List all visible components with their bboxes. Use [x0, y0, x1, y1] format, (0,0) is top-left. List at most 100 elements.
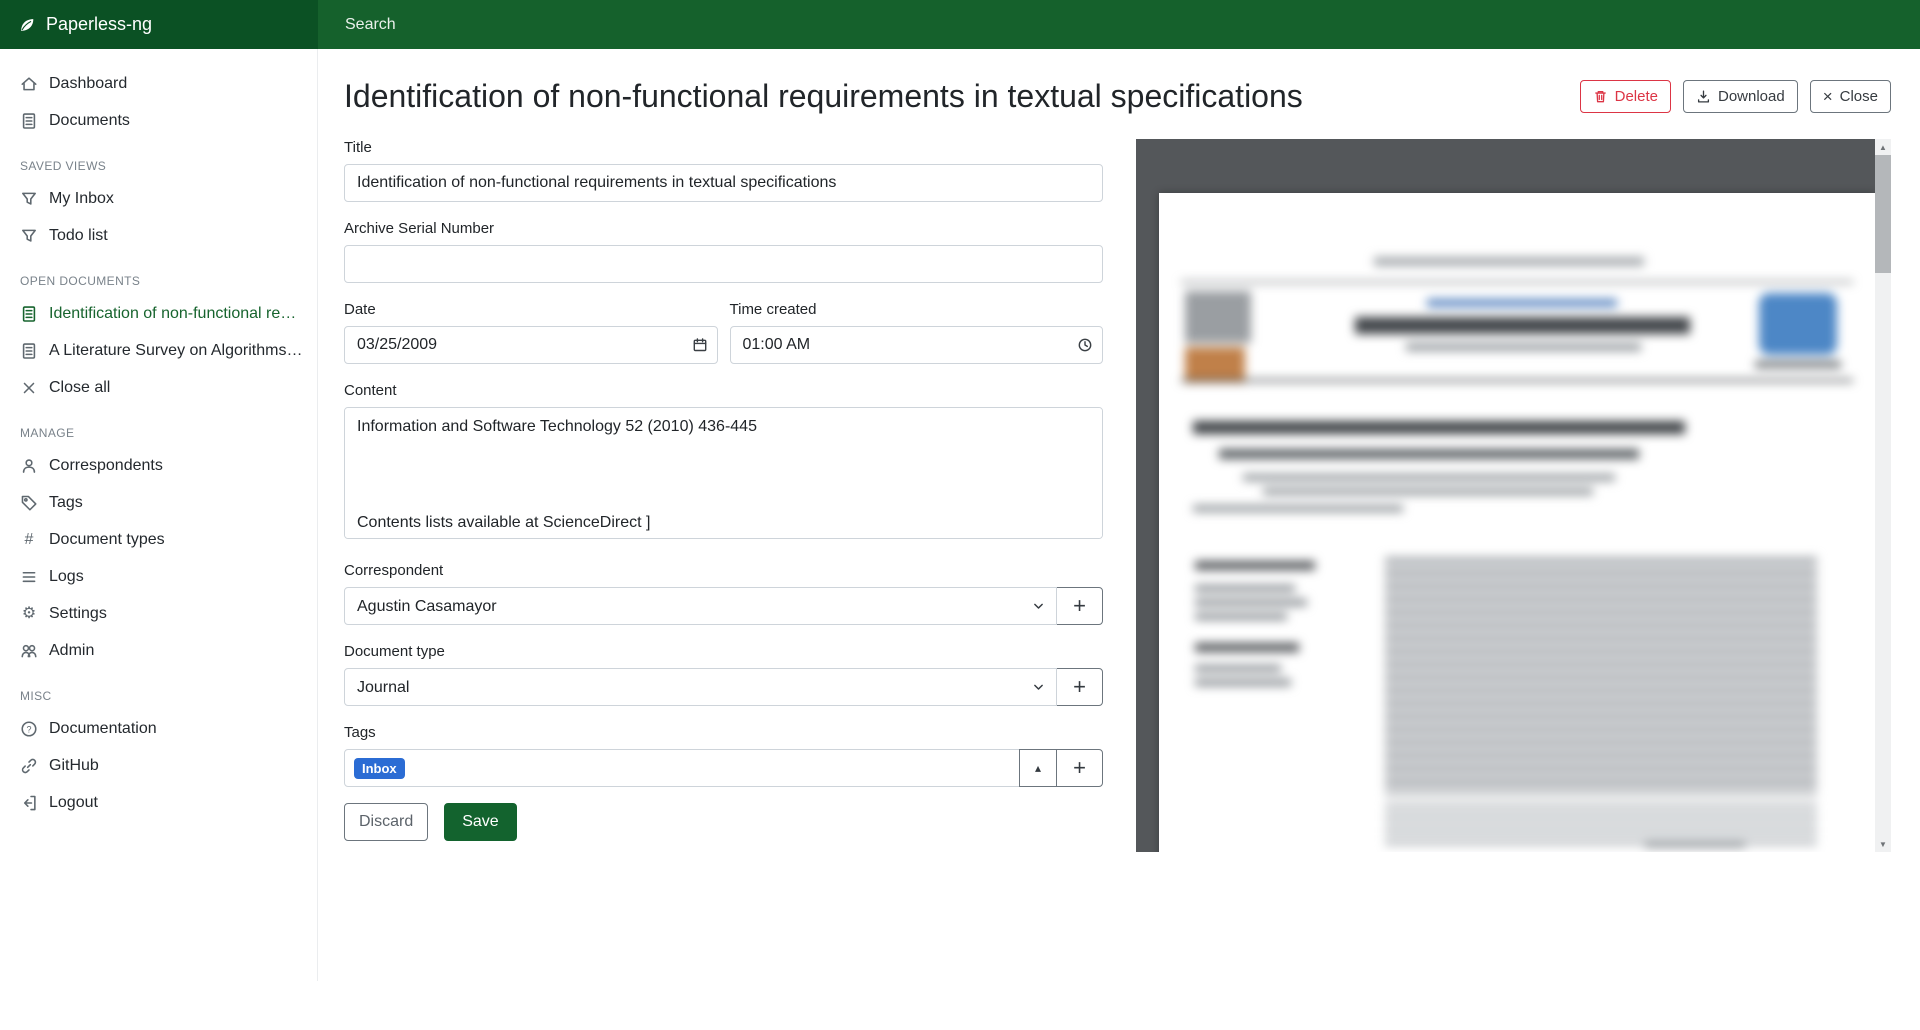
- search-input[interactable]: [318, 0, 1920, 49]
- blurred-block: [1195, 665, 1281, 672]
- sidebar-item-label: My Inbox: [49, 190, 114, 208]
- caret-up-icon: ▴: [1035, 761, 1041, 775]
- app-brand[interactable]: Paperless-ng: [0, 0, 318, 49]
- sidebar-section-open-documents: OPEN DOCUMENTS: [20, 274, 317, 289]
- tags-label: Tags: [344, 724, 1103, 741]
- sidebar-open-document-1[interactable]: Identification of non-functional require…: [0, 295, 317, 332]
- sidebar-item-label: A Literature Survey on Algorithms for Mu…: [49, 342, 303, 360]
- blurred-block: [1195, 643, 1299, 652]
- delete-button-label: Delete: [1615, 88, 1658, 105]
- tags-input[interactable]: Inbox: [344, 749, 1020, 787]
- github-icon: [20, 757, 38, 775]
- blurred-block: [1195, 679, 1291, 686]
- discard-button[interactable]: Discard: [344, 803, 428, 841]
- correspondent-select[interactable]: Agustin Casamayor: [344, 587, 1057, 625]
- question-circle-icon: ?: [20, 720, 38, 738]
- sidebar-item-todo-list[interactable]: Todo list: [0, 217, 317, 254]
- pdf-scrollbar-thumb[interactable]: [1875, 155, 1891, 273]
- blurred-block: [1195, 599, 1307, 606]
- header-actions: Delete Download × Close: [1580, 80, 1891, 113]
- sidebar-section-manage: MANAGE: [20, 426, 317, 441]
- pdf-page: [1159, 193, 1875, 852]
- sidebar-item-correspondents[interactable]: Correspondents: [0, 447, 317, 484]
- document-detail-page: Identification of non-functional require…: [318, 49, 1920, 981]
- blurred-block: [1243, 474, 1615, 481]
- sidebar-item-label: GitHub: [49, 757, 99, 775]
- add-correspondent-button[interactable]: +: [1056, 587, 1103, 625]
- sidebar-item-label: Admin: [49, 642, 94, 660]
- sidebar-item-label: Close all: [49, 379, 110, 397]
- save-button[interactable]: Save: [444, 803, 516, 841]
- sidebar-item-label: Document types: [49, 531, 165, 549]
- blurred-block: [1193, 421, 1685, 434]
- blurred-block: [1181, 281, 1853, 283]
- plus-icon: +: [1073, 674, 1086, 700]
- download-button[interactable]: Download: [1683, 80, 1798, 113]
- sidebar-item-dashboard[interactable]: Dashboard: [0, 65, 317, 102]
- close-button-label: Close: [1840, 88, 1878, 105]
- correspondent-label: Correspondent: [344, 562, 1103, 579]
- document-type-select[interactable]: Journal: [344, 668, 1057, 706]
- date-input[interactable]: [344, 326, 718, 364]
- sidebar-item-close-all[interactable]: Close all: [0, 369, 317, 406]
- sidebar: Dashboard Documents SAVED VIEWS My Inbox…: [0, 49, 318, 981]
- delete-button[interactable]: Delete: [1580, 80, 1671, 113]
- sidebar-item-logout[interactable]: Logout: [0, 784, 317, 821]
- document-type-label: Document type: [344, 643, 1103, 660]
- sidebar-item-logs[interactable]: Logs: [0, 558, 317, 595]
- pdf-scrollbar[interactable]: ▲ ▼: [1875, 139, 1891, 852]
- people-icon: [20, 642, 38, 660]
- scroll-down-icon[interactable]: ▼: [1875, 836, 1891, 852]
- sidebar-item-settings[interactable]: ⚙ Settings: [0, 595, 317, 632]
- sidebar-item-my-inbox[interactable]: My Inbox: [0, 180, 317, 217]
- tag-badge-inbox[interactable]: Inbox: [354, 758, 405, 779]
- blurred-block: [1374, 257, 1644, 266]
- title-input[interactable]: [344, 164, 1103, 202]
- sidebar-open-document-2[interactable]: A Literature Survey on Algorithms for Mu…: [0, 332, 317, 369]
- sidebar-item-label: Tags: [49, 494, 83, 512]
- sidebar-item-github[interactable]: GitHub: [0, 747, 317, 784]
- blurred-block: [1759, 293, 1837, 355]
- sidebar-section-misc: MISC: [20, 689, 317, 704]
- sidebar-item-tags[interactable]: Tags: [0, 484, 317, 521]
- sidebar-item-document-types[interactable]: # Document types: [0, 521, 317, 558]
- page-title: Identification of non-functional require…: [344, 75, 1303, 117]
- close-button[interactable]: × Close: [1810, 80, 1891, 113]
- asn-label: Archive Serial Number: [344, 220, 1103, 237]
- sidebar-item-label: Correspondents: [49, 457, 163, 475]
- asn-input[interactable]: [344, 245, 1103, 283]
- funnel-icon: [20, 190, 38, 208]
- blurred-block: [1219, 449, 1639, 459]
- list-icon: [20, 568, 38, 586]
- sidebar-item-documents[interactable]: Documents: [0, 102, 317, 139]
- content-textarea[interactable]: Information and Software Technology 52 (…: [344, 407, 1103, 539]
- add-document-type-button[interactable]: +: [1056, 668, 1103, 706]
- download-button-label: Download: [1718, 88, 1785, 105]
- sidebar-item-label: Identification of non-functional require…: [49, 305, 303, 323]
- sidebar-item-label: Settings: [49, 605, 107, 623]
- file-text-icon: [20, 342, 38, 360]
- document-edit-form: Title Archive Serial Number Date T: [344, 139, 1103, 841]
- date-label: Date: [344, 301, 718, 318]
- sidebar-item-admin[interactable]: Admin: [0, 632, 317, 669]
- close-icon: ×: [1823, 88, 1833, 105]
- file-text-icon: [20, 305, 38, 323]
- top-navbar: Paperless-ng: [0, 0, 1920, 49]
- time-created-input[interactable]: [730, 326, 1104, 364]
- page-header: Identification of non-functional require…: [344, 75, 1891, 117]
- scroll-up-icon[interactable]: ▲: [1875, 139, 1891, 155]
- logout-icon: [20, 794, 38, 812]
- add-tag-button[interactable]: +: [1056, 749, 1103, 787]
- blurred-block: [1385, 557, 1817, 795]
- global-search: [318, 0, 1920, 49]
- blurred-block: [1185, 291, 1251, 343]
- leaf-icon: [18, 16, 36, 34]
- content-label: Content: [344, 382, 1103, 399]
- blurred-block: [1195, 561, 1315, 570]
- tag-icon: [20, 494, 38, 512]
- tags-dropdown-toggle-button[interactable]: ▴: [1019, 749, 1057, 787]
- download-icon: [1696, 89, 1711, 104]
- blurred-block: [1355, 317, 1690, 334]
- sidebar-item-documentation[interactable]: ? Documentation: [0, 710, 317, 747]
- funnel-icon: [20, 227, 38, 245]
